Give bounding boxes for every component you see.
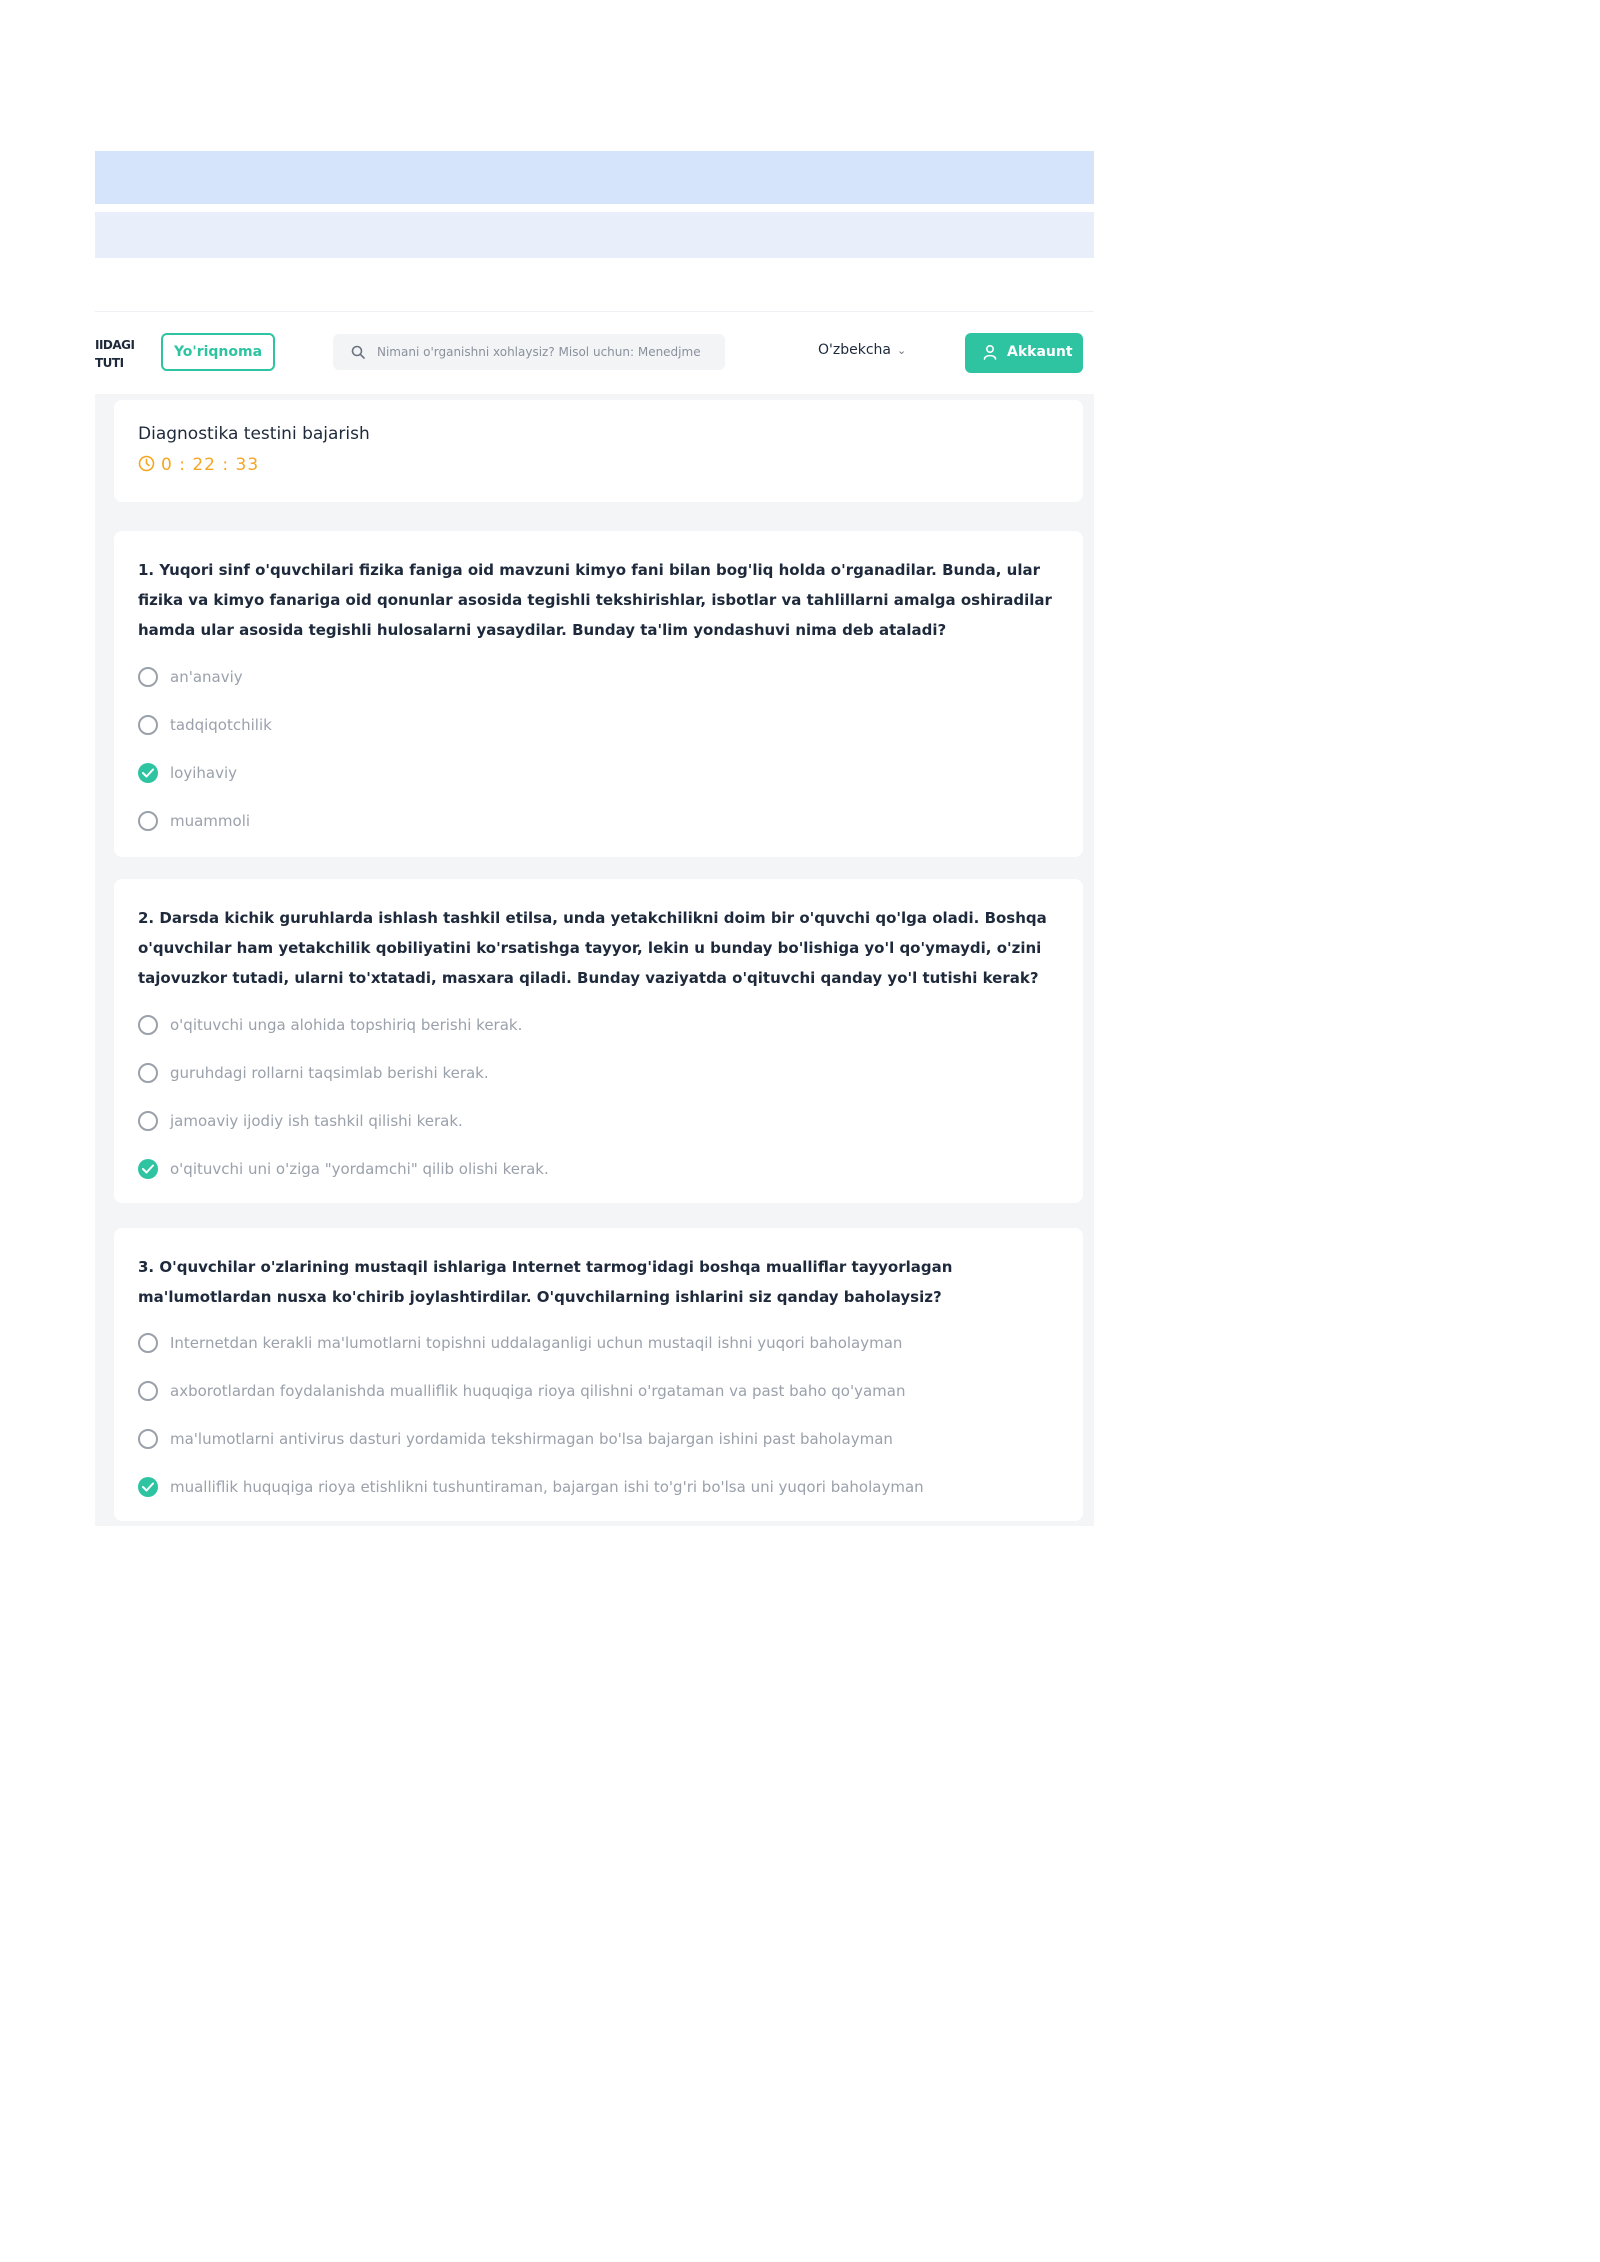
screenshot-frame: IIDAGI TUTI Yo'riqnoma O'zbekcha ⌄ Akkaun…: [95, 151, 1094, 1526]
guide-button[interactable]: Yo'riqnoma: [161, 333, 275, 371]
answer-label: axborotlardan foydalanishda mualliflik h…: [170, 1382, 906, 1400]
logo-line-2: TUTI: [95, 356, 124, 370]
radio-unchecked-icon: [138, 1015, 158, 1035]
question-card: 1. Yuqori sinf o'quvchilari fizika fanig…: [114, 531, 1083, 857]
answer-label: jamoaviy ijodiy ish tashkil qilishi kera…: [170, 1112, 463, 1130]
logo[interactable]: IIDAGI TUTI: [95, 336, 135, 372]
question-body: O'quvchilar o'zlarining mustaqil ishlari…: [138, 1258, 953, 1306]
check-circle-icon: [138, 763, 158, 783]
radio-unchecked-icon: [138, 1381, 158, 1401]
question-number: 3.: [138, 1258, 155, 1276]
language-label: O'zbekcha: [818, 342, 891, 358]
timer: 0 : 22 : 33: [138, 455, 259, 475]
answer-label: Internetdan kerakli ma'lumotlarni topish…: [170, 1334, 903, 1352]
answer-label: o'qituvchi unga alohida topshiriq berish…: [170, 1016, 523, 1034]
account-label: Akkaunt: [1007, 344, 1073, 360]
answer-label: loyihaviy: [170, 764, 238, 782]
question-text: 1. Yuqori sinf o'quvchilari fizika fanig…: [138, 555, 1058, 645]
radio-unchecked-icon: [138, 715, 158, 735]
main-content: Diagnostika testini bajarish 0 : 22 : 33…: [95, 394, 1094, 1526]
search-box[interactable]: [333, 334, 725, 370]
answer-label: mualliflik huquqiga rioya etishlikni tus…: [170, 1478, 924, 1496]
question-number: 2.: [138, 909, 155, 927]
radio-unchecked-icon: [138, 1429, 158, 1449]
question-text: 3. O'quvchilar o'zlarining mustaqil ishl…: [138, 1252, 958, 1312]
answer-label: guruhdagi rollarni taqsimlab berishi ker…: [170, 1064, 489, 1082]
account-button[interactable]: Akkaunt: [965, 333, 1083, 373]
secondary-banner: [95, 212, 1094, 258]
search-icon: [351, 345, 365, 359]
answer-label: an'anaviy: [170, 668, 243, 686]
answer-label: muammoli: [170, 812, 251, 830]
test-header-card: Diagnostika testini bajarish 0 : 22 : 33: [114, 400, 1083, 502]
radio-unchecked-icon: [138, 1333, 158, 1353]
question-card: 2. Darsda kichik guruhlarda ishlash tash…: [114, 879, 1083, 1203]
logo-line-1: IIDAGI: [95, 338, 135, 352]
timer-value: 0 : 22 : 33: [161, 455, 260, 475]
search-input[interactable]: [377, 334, 717, 370]
question-body: Yuqori sinf o'quvchilari fizika faniga o…: [138, 561, 1052, 639]
radio-unchecked-icon: [138, 1063, 158, 1083]
clock-icon: [138, 455, 155, 472]
radio-unchecked-icon: [138, 667, 158, 687]
question-text: 2. Darsda kichik guruhlarda ishlash tash…: [138, 903, 1058, 993]
radio-unchecked-icon: [138, 1111, 158, 1131]
user-icon: [983, 344, 997, 360]
page-title: Diagnostika testini bajarish: [138, 424, 370, 444]
question-body: Darsda kichik guruhlarda ishlash tashkil…: [138, 909, 1047, 987]
chevron-down-icon: ⌄: [896, 344, 907, 357]
question-card: 3. O'quvchilar o'zlarining mustaqil ishl…: [114, 1228, 1083, 1521]
question-number: 1.: [138, 561, 155, 579]
top-banner: [95, 151, 1094, 204]
language-select[interactable]: O'zbekcha ⌄: [818, 342, 906, 358]
answer-label: tadqiqotchilik: [170, 716, 272, 734]
answer-label: o'qituvchi uni o'ziga "yordamchi" qilib …: [170, 1160, 549, 1178]
answer-label: ma'lumotlarni antivirus dasturi yordamid…: [170, 1430, 893, 1448]
check-circle-icon: [138, 1159, 158, 1179]
radio-unchecked-icon: [138, 811, 158, 831]
check-circle-icon: [138, 1477, 158, 1497]
header-bar: IIDAGI TUTI Yo'riqnoma O'zbekcha ⌄ Akkaun…: [95, 311, 1094, 385]
